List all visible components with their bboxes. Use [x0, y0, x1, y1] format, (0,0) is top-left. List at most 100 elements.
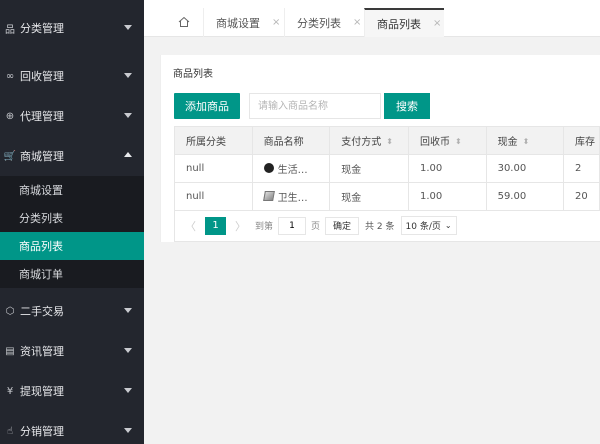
- close-icon[interactable]: ×: [272, 17, 280, 28]
- sidebar-item-label: 分类管理: [20, 22, 64, 35]
- sidebar-subitem-product-list[interactable]: 商品列表: [0, 232, 144, 260]
- sidebar-item-agent[interactable]: ⊕ 代理管理: [0, 96, 144, 136]
- category-icon: 品: [5, 24, 15, 36]
- chevron-down-icon: [124, 73, 132, 78]
- chevron-down-icon: [124, 348, 132, 353]
- news-icon: ▤: [5, 345, 15, 357]
- close-icon[interactable]: ×: [433, 18, 441, 29]
- sidebar-item-label: 资讯管理: [20, 345, 64, 358]
- table-row: null 卫生… 现金 1.00 59.00 20: [174, 182, 600, 211]
- current-page-button[interactable]: 1: [205, 216, 226, 235]
- sidebar-item-recycle[interactable]: ∞ 回收管理: [0, 56, 144, 96]
- cell-coin: 1.00: [407, 154, 487, 183]
- chevron-down-icon: [124, 428, 132, 433]
- sidebar-item-mall[interactable]: 🛒 商城管理: [0, 136, 144, 176]
- cell-payment: 现金: [329, 182, 409, 211]
- sidebar-item-news[interactable]: ▤ 资讯管理: [0, 331, 144, 371]
- cell-stock: 2: [563, 154, 600, 183]
- pagination: 〈 1 〉 到第 页 确定 共 2 条 10 条/页 ⌄: [174, 210, 600, 242]
- tab-label: 商品列表: [377, 17, 421, 31]
- table-header-row: 所属分类 商品名称 支付方式 ⬍ 回收币 ⬍ 现金 ⬍ 库存: [174, 126, 600, 155]
- add-product-button[interactable]: 添加商品: [174, 93, 240, 119]
- sort-icon[interactable]: ⬍: [386, 138, 393, 146]
- chevron-down-icon: [124, 388, 132, 393]
- prev-page-icon[interactable]: 〈: [185, 218, 196, 234]
- tab-mall-settings[interactable]: 商城设置 ×: [203, 8, 283, 37]
- column-header-coin[interactable]: 回收币 ⬍: [407, 126, 487, 155]
- chevron-down-icon: [124, 113, 132, 118]
- sidebar-item-secondhand[interactable]: ⬡ 二手交易: [0, 291, 144, 331]
- cell-cash: 30.00: [485, 154, 565, 183]
- cell-cash: 59.00: [485, 182, 565, 211]
- sort-icon[interactable]: ⬍: [455, 138, 462, 146]
- sidebar-item-category[interactable]: 品 分类管理: [0, 0, 144, 56]
- sidebar-subitem-mall-settings[interactable]: 商城设置: [0, 176, 144, 204]
- chevron-up-icon: [124, 152, 132, 157]
- search-input[interactable]: [249, 93, 381, 119]
- sidebar-subitem-category-list[interactable]: 分类列表: [0, 204, 144, 232]
- home-icon: [178, 16, 190, 27]
- cube-icon: ⬡: [5, 305, 15, 317]
- column-header-cash[interactable]: 现金 ⬍: [485, 126, 565, 155]
- column-label: 商品名称: [263, 137, 304, 148]
- product-thumbnail: [263, 163, 274, 174]
- tab-bar: 商城设置 × 分类列表 × 商品列表 ×: [144, 0, 600, 37]
- cell-category: null: [174, 182, 253, 211]
- chevron-down-icon: [124, 25, 132, 30]
- agent-icon: ⊕: [5, 110, 15, 122]
- cell-name: 卫生…: [251, 182, 331, 211]
- product-name: 生活…: [277, 164, 308, 176]
- column-label: 回收币: [419, 137, 450, 148]
- product-name: 卫生…: [277, 192, 308, 204]
- chevron-down-icon: ⌄: [444, 221, 452, 230]
- cell-payment: 现金: [329, 154, 409, 183]
- sidebar-item-distribution[interactable]: ☝ 分销管理: [0, 411, 144, 444]
- product-table: 所属分类 商品名称 支付方式 ⬍ 回收币 ⬍ 现金 ⬍ 库存 null 生活… 现金 …: [174, 126, 600, 211]
- cell-category: null: [174, 154, 253, 183]
- cell-name: 生活…: [251, 154, 331, 183]
- sidebar-item-label: 商城管理: [20, 150, 64, 163]
- product-list-card: 商品列表 添加商品 搜索 所属分类 商品名称 支付方式 ⬍ 回收币 ⬍ 现金 ⬍ 库存…: [160, 55, 600, 242]
- sidebar-item-label: 回收管理: [20, 70, 64, 83]
- goto-prefix: 到第: [255, 222, 274, 232]
- next-page-icon[interactable]: 〉: [235, 218, 246, 234]
- goto-page-input[interactable]: [278, 216, 307, 235]
- table-row: null 生活… 现金 1.00 30.00 2: [174, 154, 600, 183]
- sidebar-subitem-mall-orders[interactable]: 商城订单: [0, 260, 144, 288]
- sidebar-item-label: 代理管理: [20, 110, 64, 123]
- sidebar-item-label: 分销管理: [20, 425, 64, 438]
- page-size-select[interactable]: 10 条/页 ⌄: [400, 216, 457, 235]
- column-header-category: 所属分类: [174, 126, 253, 155]
- mall-submenu: 商城设置 分类列表 商品列表 商城订单: [0, 176, 144, 288]
- sidebar-item-label: 提现管理: [20, 385, 64, 398]
- tab-product-list[interactable]: 商品列表 ×: [364, 8, 444, 37]
- product-thumbnail: [262, 191, 275, 202]
- withdraw-icon: ¥: [6, 385, 14, 397]
- sort-icon[interactable]: ⬍: [523, 138, 530, 146]
- sidebar-item-label: 二手交易: [20, 305, 64, 318]
- column-header-stock: 库存: [563, 126, 600, 155]
- close-icon[interactable]: ×: [353, 17, 361, 28]
- confirm-page-button[interactable]: 确定: [325, 216, 360, 235]
- column-label: 所属分类: [186, 137, 226, 148]
- cell-coin: 1.00: [407, 182, 487, 211]
- distribution-icon: ☝: [6, 425, 14, 437]
- page-title: 商品列表: [173, 69, 213, 80]
- tab-label: 分类列表: [297, 16, 341, 30]
- page-size-value: 10 条/页: [405, 222, 441, 232]
- column-header-payment[interactable]: 支付方式 ⬍: [329, 126, 409, 155]
- column-header-name: 商品名称: [251, 126, 331, 155]
- sidebar-item-withdraw[interactable]: ¥ 提现管理: [0, 371, 144, 411]
- column-label: 库存: [575, 137, 596, 148]
- tab-label: 商城设置: [216, 16, 260, 30]
- cell-stock: 20: [563, 182, 600, 211]
- column-label: 支付方式: [341, 137, 382, 148]
- tab-category-list[interactable]: 分类列表 ×: [284, 8, 364, 37]
- chevron-down-icon: [124, 308, 132, 313]
- cart-icon: 🛒: [3, 150, 17, 162]
- column-label: 现金: [497, 137, 518, 148]
- home-tab[interactable]: [174, 8, 194, 36]
- recycle-icon: ∞: [5, 70, 15, 82]
- total-count: 共 2 条: [365, 222, 395, 232]
- search-button[interactable]: 搜索: [384, 93, 430, 119]
